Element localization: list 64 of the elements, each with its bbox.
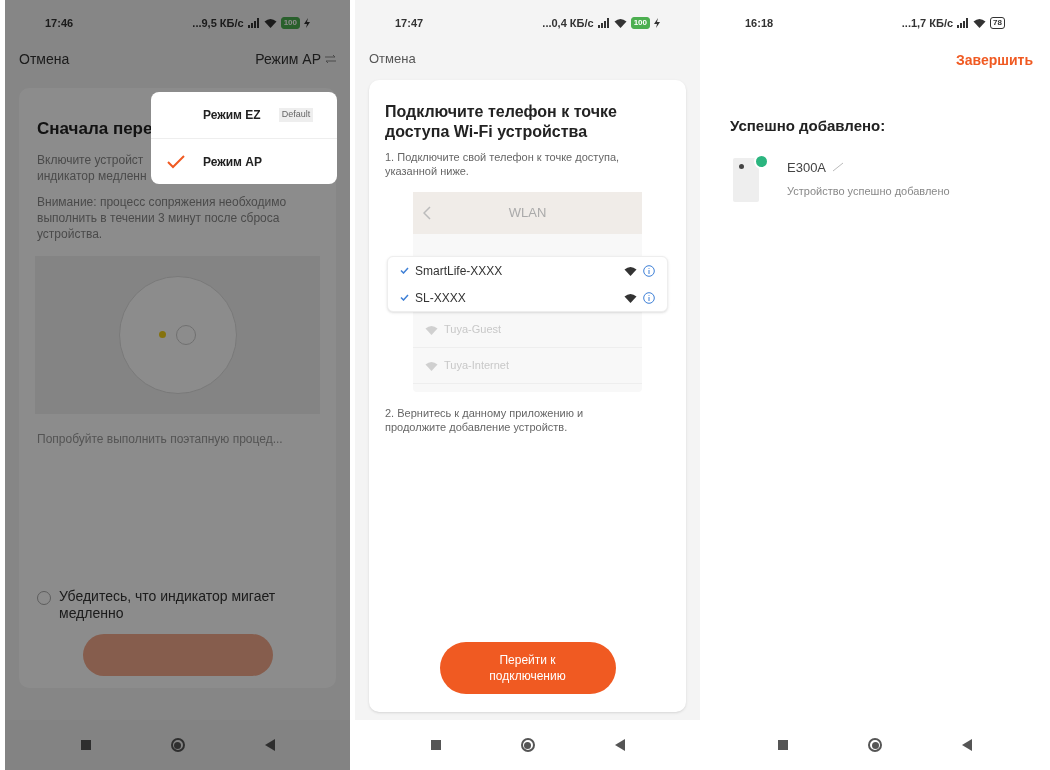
mode-label: Режим EZ bbox=[203, 107, 261, 124]
step-text: 2. Вернитесь к данному приложению и продолжите добавление устройств. bbox=[385, 406, 585, 434]
connect-button[interactable]: Перейти к подключению bbox=[439, 642, 616, 694]
wifi-icon bbox=[263, 18, 277, 28]
edit-icon bbox=[832, 162, 845, 173]
check-badge-icon bbox=[754, 153, 769, 169]
back-icon bbox=[614, 739, 625, 751]
wifi-icon bbox=[425, 360, 438, 371]
wifi-icon bbox=[624, 265, 637, 276]
device-status: Устройство успешно добавлено bbox=[787, 184, 950, 199]
signal-icon bbox=[247, 18, 260, 28]
wifi-icon bbox=[973, 18, 987, 28]
info-icon bbox=[643, 291, 655, 304]
recent-apps-icon[interactable] bbox=[80, 740, 91, 750]
wlan-title: WLAN bbox=[507, 204, 548, 223]
home-icon[interactable] bbox=[868, 738, 882, 752]
cancel-button[interactable]: Отмена bbox=[369, 49, 416, 69]
signal-icon bbox=[957, 18, 970, 28]
charging-icon bbox=[654, 18, 660, 28]
home-icon[interactable] bbox=[520, 738, 535, 752]
warning-text: Внимание: процесс сопряжения необходимо выполнить в течении 3 минут после сброса устройства. bbox=[37, 193, 288, 242]
chevron-left-icon bbox=[423, 206, 431, 220]
device-image bbox=[733, 157, 759, 202]
signal-icon bbox=[597, 18, 610, 28]
back-icon bbox=[264, 739, 275, 751]
cancel-button[interactable]: Отмена bbox=[19, 48, 70, 70]
confirm-label: Убедитесь, что индикатор мигает медленно bbox=[59, 588, 277, 622]
wifi-icon bbox=[613, 18, 627, 28]
swap-icon bbox=[325, 55, 336, 63]
mode-menu-item[interactable]: Режим EZ Default bbox=[151, 92, 337, 138]
mode-menu-item[interactable]: Режим AP bbox=[151, 138, 337, 184]
default-badge: Default bbox=[278, 108, 314, 122]
card-title: Подключите телефон к точке доступа Wi-Fi устройства bbox=[385, 102, 618, 142]
section-title: Успешно добавлено: bbox=[729, 116, 887, 136]
charging-icon bbox=[304, 18, 310, 28]
mode-label: Режим AP bbox=[203, 153, 262, 171]
recent-apps-icon[interactable] bbox=[430, 740, 441, 750]
network-name: SL-XXXX bbox=[415, 289, 467, 307]
battery-indicator: 100 bbox=[630, 17, 650, 29]
wifi-icon bbox=[425, 324, 438, 335]
check-icon bbox=[167, 154, 185, 169]
status-time: 17:46 bbox=[45, 15, 74, 31]
info-icon bbox=[643, 264, 655, 277]
card-title: Сначала пере bbox=[37, 118, 154, 140]
instruction-text: индикатор медленн bbox=[37, 167, 147, 184]
home-icon[interactable] bbox=[170, 738, 185, 752]
wifi-icon bbox=[624, 292, 637, 303]
battery-indicator: 100 bbox=[280, 17, 300, 29]
battery-indicator: 78 bbox=[990, 17, 1005, 29]
device-name: E300A bbox=[787, 158, 827, 177]
step-text: 1. Подключите свой телефон к точке доступа, указанной ниже. bbox=[385, 150, 621, 178]
network-speed: ...9,5 КБ/с bbox=[192, 15, 244, 31]
radio-button[interactable] bbox=[37, 591, 51, 605]
check-icon bbox=[400, 294, 409, 301]
network-speed: ...1,7 КБ/с bbox=[901, 15, 954, 31]
finish-button[interactable]: Завершить bbox=[955, 49, 1033, 71]
back-icon bbox=[962, 739, 972, 751]
check-icon bbox=[400, 267, 409, 274]
network-speed: ...0,4 КБ/с bbox=[542, 15, 594, 31]
mode-switch-button[interactable]: Режим AP bbox=[255, 48, 336, 70]
status-time: 17:47 bbox=[395, 15, 424, 31]
status-time: 16:18 bbox=[745, 15, 774, 31]
network-name: SmartLife-XXXX bbox=[415, 262, 504, 280]
instruction-text: Включите устройст bbox=[37, 151, 144, 168]
